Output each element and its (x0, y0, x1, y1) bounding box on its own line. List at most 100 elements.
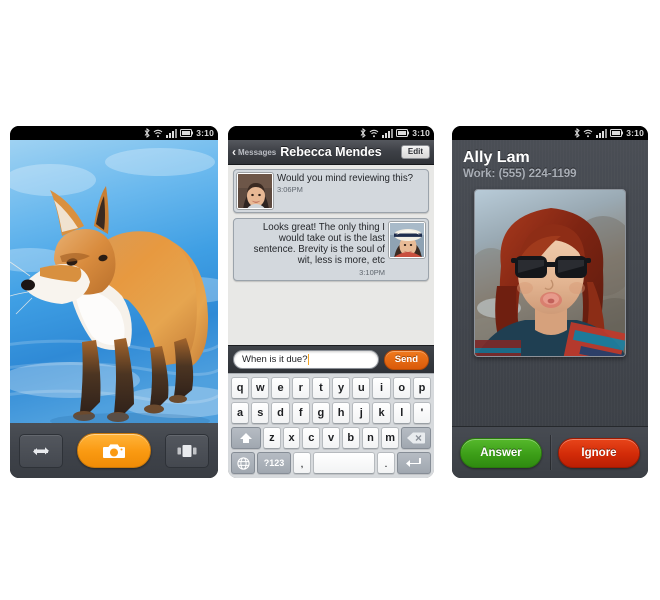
status-bar-time: 3:10 (412, 127, 430, 138)
backspace-key[interactable] (401, 427, 432, 449)
key-o[interactable]: o (392, 377, 411, 399)
call-action-bar: Answer Ignore (452, 426, 648, 478)
key-w[interactable]: w (251, 377, 270, 399)
key-z[interactable]: z (263, 427, 281, 449)
status-bar: 3:10 (10, 126, 218, 140)
back-button-label: Messages (238, 147, 277, 157)
shutter-button[interactable] (77, 433, 151, 468)
key-e[interactable]: e (271, 377, 290, 399)
key-r[interactable]: r (291, 377, 310, 399)
phone-incoming-call: 3:10 Ally Lam Work: (555) 224-1199 Answe… (452, 126, 648, 478)
text-caret (308, 354, 310, 365)
message-timestamp: 3:06PM (277, 185, 303, 195)
status-bar-time: 3:10 (196, 127, 214, 138)
numbers-symbols-key[interactable]: ?123 (257, 452, 291, 474)
status-bar-time: 3:10 (626, 127, 644, 138)
key-s[interactable]: s (251, 402, 270, 424)
incoming-call-screen: Ally Lam Work: (555) 224-1199 Answer Ign… (452, 140, 648, 478)
phone-camera-app: 3:10 (10, 126, 218, 478)
status-bar: 3:10 (228, 126, 434, 140)
wifi-icon (369, 129, 379, 138)
key-u[interactable]: u (352, 377, 371, 399)
message-bubble-outgoing[interactable]: Looks great! The only thing I would take… (233, 218, 429, 281)
bluetooth-icon (144, 128, 150, 138)
caller-name: Ally Lam (463, 149, 530, 166)
period-key[interactable]: . (377, 452, 395, 474)
key-y[interactable]: y (332, 377, 351, 399)
messages-screen: ‹ Messages Rebecca Mendes Edit Would you… (228, 140, 434, 478)
keyboard-row-3: z x c v b n m (230, 427, 432, 449)
key-c[interactable]: c (302, 427, 321, 449)
keyboard-row-1: q w e r t y u i o p (230, 377, 432, 399)
key-p[interactable]: p (412, 377, 432, 399)
comma-key[interactable]: , (293, 452, 311, 474)
composer-bar: When is it due? Send (228, 345, 434, 373)
phone-messages-app: 3:10 ‹ Messages Rebecca Mendes Edit Woul… (228, 126, 434, 478)
chevron-left-icon: ‹ (232, 145, 236, 159)
message-bubble-incoming[interactable]: Would you mind reviewing this? 3:06PM (233, 169, 429, 213)
signal-bars-icon (382, 129, 394, 138)
three-phone-showcase: 3:10 3:10 ‹ Messages Rebecca Mendes Edit… (0, 0, 660, 600)
ignore-button[interactable]: Ignore (558, 437, 640, 468)
battery-icon (610, 129, 624, 137)
shift-key[interactable] (231, 427, 261, 449)
bluetooth-icon (360, 128, 366, 138)
message-text: Looks great! The only thing I would take… (253, 222, 385, 267)
signal-bars-icon (166, 129, 178, 138)
key-a[interactable]: a (231, 402, 250, 424)
camera-preview-photo (10, 140, 218, 423)
key-f[interactable]: f (291, 402, 310, 424)
message-input[interactable]: When is it due? (233, 350, 379, 369)
key-l[interactable]: l (392, 402, 411, 424)
message-content: Would you mind reviewing this? 3:06PM (273, 173, 425, 209)
key-apostrophe[interactable]: ' (412, 402, 432, 424)
battery-icon (180, 129, 194, 137)
shift-up-arrow-icon (240, 433, 252, 443)
switch-camera-icon (33, 446, 49, 455)
signal-bars-icon (596, 129, 608, 138)
message-timestamp: 3:10PM (359, 267, 385, 277)
wifi-icon (583, 129, 593, 138)
key-m[interactable]: m (381, 427, 400, 449)
key-b[interactable]: b (341, 427, 360, 449)
key-k[interactable]: k (372, 402, 391, 424)
video-mode-icon (177, 444, 197, 457)
key-t[interactable]: t (311, 377, 331, 399)
key-q[interactable]: q (231, 377, 250, 399)
key-v[interactable]: v (322, 427, 340, 449)
wifi-icon (153, 129, 163, 138)
keyboard-row-2: a s d f g h j k l ' (230, 402, 432, 424)
key-h[interactable]: h (332, 402, 351, 424)
key-d[interactable]: d (271, 402, 290, 424)
edit-button[interactable]: Edit (400, 145, 430, 159)
message-input-value: When is it due? (242, 354, 308, 365)
self-avatar (389, 222, 425, 258)
status-bar: 3:10 (452, 126, 648, 140)
key-x[interactable]: x (282, 427, 301, 449)
send-button[interactable]: Send (383, 349, 429, 370)
enter-key[interactable] (397, 452, 431, 474)
key-n[interactable]: n (361, 427, 380, 449)
space-key[interactable] (313, 452, 375, 474)
caller-photo (474, 188, 626, 357)
on-screen-keyboard: q w e r t y u i o p a s d f g h j k l ' … (228, 373, 434, 478)
enter-return-icon (406, 458, 421, 467)
backspace-icon (407, 432, 426, 444)
back-to-messages-button[interactable]: ‹ Messages (232, 146, 276, 158)
message-row: Would you mind reviewing this? 3:06PM (233, 169, 429, 213)
switch-camera-button[interactable] (19, 433, 63, 468)
key-j[interactable]: j (352, 402, 371, 424)
bluetooth-icon (574, 128, 580, 138)
rebecca-avatar (237, 173, 273, 209)
camera-controls-bar (10, 423, 218, 478)
camera-viewfinder[interactable] (10, 140, 218, 478)
navigation-bar: ‹ Messages Rebecca Mendes Edit (228, 140, 434, 165)
message-thread[interactable]: Would you mind reviewing this? 3:06PM Lo… (228, 165, 434, 345)
video-mode-button[interactable] (165, 433, 209, 468)
camera-shutter-icon (103, 443, 125, 458)
key-i[interactable]: i (372, 377, 391, 399)
key-g[interactable]: g (311, 402, 331, 424)
message-row: Looks great! The only thing I would take… (233, 218, 429, 281)
language-key[interactable] (231, 452, 255, 474)
answer-button[interactable]: Answer (460, 437, 542, 468)
